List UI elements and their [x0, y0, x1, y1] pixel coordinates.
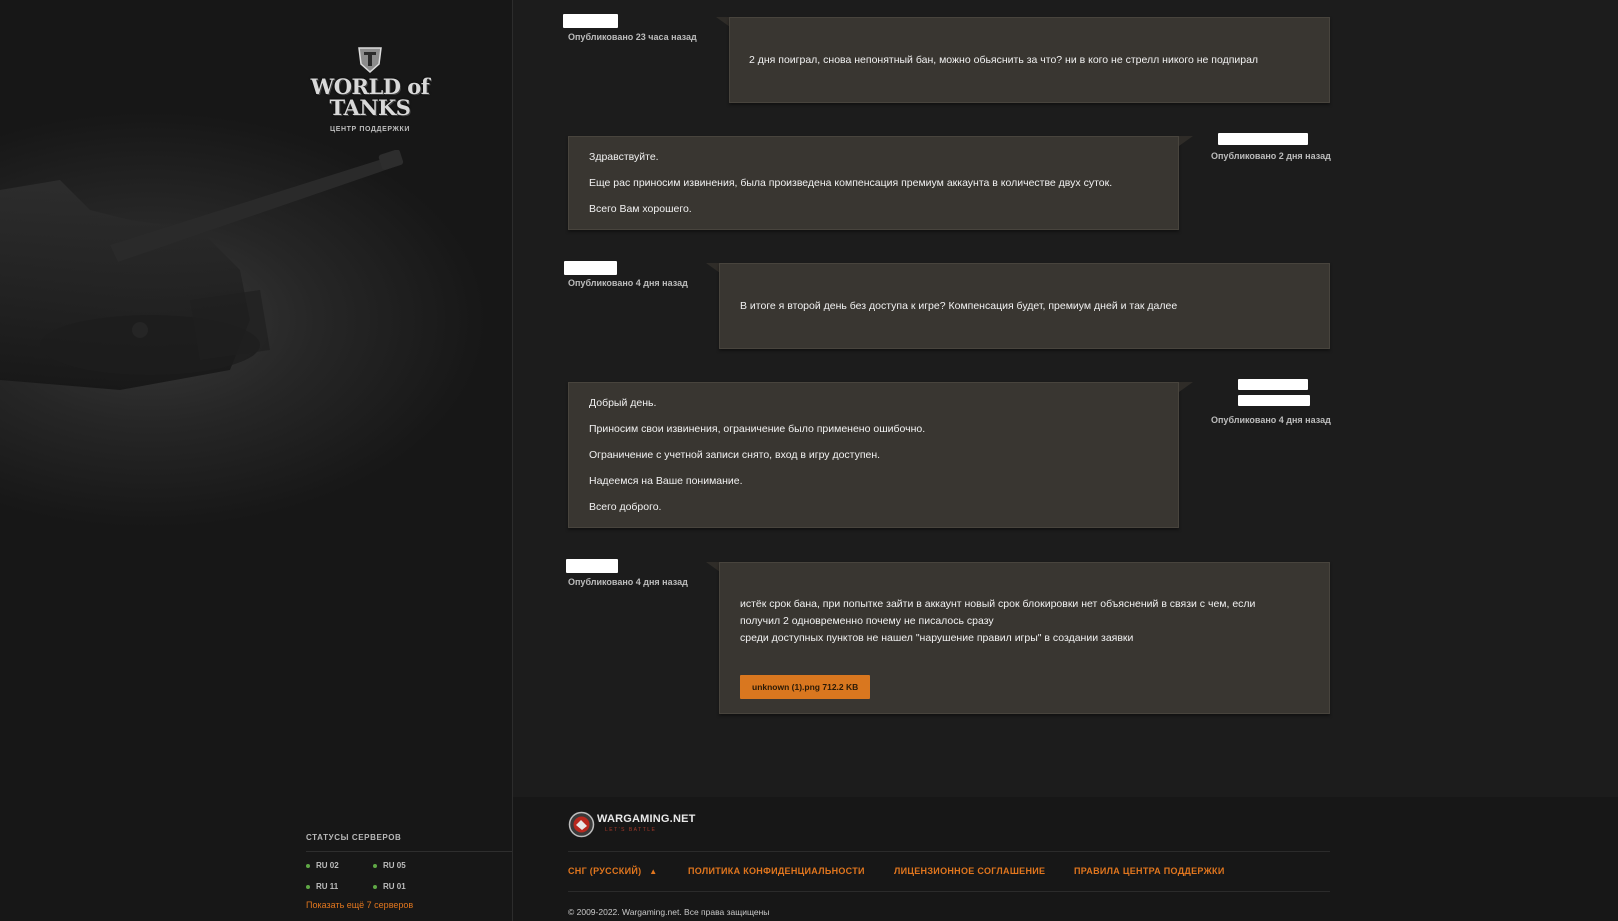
server-status-item: RU 02: [306, 861, 339, 870]
redacted-author-name: [566, 559, 618, 573]
message-bubble-user: истёк срок бана, при попытке зайти в акк…: [719, 562, 1330, 714]
attachment-size: 712.2 KB: [822, 682, 859, 692]
bubble-pointer: [716, 17, 730, 27]
message-text: истёк срок бана, при попытке зайти в акк…: [740, 598, 1256, 610]
status-dot-icon: [373, 884, 377, 889]
message-bubble-user: 2 дня поиграл, снова непонятный бан, мож…: [729, 17, 1330, 103]
redacted-author-name: [1218, 133, 1308, 145]
status-dot-icon: [306, 863, 310, 868]
divider: [306, 851, 512, 852]
wargaming-tagline: LET'S BATTLE: [605, 827, 657, 833]
server-status-item: RU 01: [373, 882, 406, 891]
message-text: Надеемся на Ваше понимание.: [589, 475, 743, 487]
privacy-policy-link[interactable]: ПОЛИТИКА КОНФИДЕНЦИАЛЬНОСТИ: [688, 866, 865, 876]
message-text: среди доступных пунктов не нашел "наруше…: [740, 632, 1134, 644]
message-bubble-support: Добрый день. Приносим свои извинения, ог…: [568, 382, 1179, 528]
copyright-text: © 2009-2022. Wargaming.net. Все права за…: [568, 907, 770, 917]
logo-wordmark: WORLD of TANKS: [310, 74, 430, 120]
status-dot-icon: [306, 884, 310, 889]
bubble-pointer: [706, 263, 720, 273]
message-text: Еще рас приносим извинения, была произве…: [589, 177, 1113, 189]
server-status-title: СТАТУСЫ СЕРВЕРОВ: [306, 833, 402, 842]
server-status-item: RU 11: [306, 882, 338, 891]
brand-logo[interactable]: WORLD of TANKS ЦЕНТР ПОДДЕРЖКИ: [300, 44, 440, 133]
message-timestamp: Опубликовано 2 дня назад: [1211, 151, 1331, 161]
bubble-pointer: [706, 562, 720, 572]
message-text: Здравствуйте.: [589, 151, 659, 163]
message-text: Всего Вам хорошего.: [589, 203, 692, 215]
redacted-author-name: [1238, 395, 1310, 406]
region-selector[interactable]: СНГ (РУССКИЙ) ▲: [568, 866, 657, 876]
divider: [568, 851, 1330, 852]
support-rules-link[interactable]: ПРАВИЛА ЦЕНТРА ПОДДЕРЖКИ: [1074, 866, 1225, 876]
attachment-file-link[interactable]: unknown (1).png 712.2 KB: [740, 675, 871, 699]
footer: WARGAMING.NET LET'S BATTLE СНГ (РУССКИЙ)…: [513, 797, 1618, 921]
server-status-item: RU 05: [373, 861, 406, 870]
divider: [568, 891, 1330, 892]
redacted-author-name: [564, 261, 617, 275]
message-text: получил 2 одновременно почему не писалос…: [740, 615, 994, 627]
show-more-servers-link[interactable]: Показать ещё 7 серверов: [306, 900, 413, 910]
message-text: Всего доброго.: [589, 501, 662, 513]
logo-subtitle: ЦЕНТР ПОДДЕРЖКИ: [330, 126, 410, 133]
message-text: В итоге я второй день без доступа к игре…: [740, 300, 1178, 312]
message-timestamp: Опубликовано 4 дня назад: [568, 278, 688, 288]
license-agreement-link[interactable]: ЛИЦЕНЗИОННОЕ СОГЛАШЕНИЕ: [894, 866, 1045, 876]
message-text: Приносим свои извинения, ограничение был…: [589, 423, 926, 435]
message-bubble-support: Здравствуйте. Еще рас приносим извинения…: [568, 136, 1179, 230]
message-text: Ограничение с учетной записи снято, вход…: [589, 449, 881, 461]
message-timestamp: Опубликовано 4 дня назад: [568, 577, 688, 587]
message-timestamp: Опубликовано 23 часа назад: [568, 32, 697, 42]
sidebar: WORLD of TANKS ЦЕНТР ПОДДЕРЖКИ СТАТУСЫ С…: [0, 0, 513, 921]
message-bubble-user: В итоге я второй день без доступа к игре…: [719, 263, 1330, 349]
message-timestamp: Опубликовано 4 дня назад: [1211, 415, 1331, 425]
bubble-pointer: [1179, 136, 1193, 146]
bubble-pointer: [1179, 382, 1193, 392]
redacted-author-name: [563, 14, 618, 28]
shield-emblem-icon: [358, 47, 382, 74]
attachment-filename: unknown (1).png: [752, 682, 820, 692]
tank-background-illustration: [0, 150, 404, 390]
redacted-author-name: [1238, 379, 1308, 390]
wargaming-logo-icon[interactable]: [568, 811, 595, 838]
chevron-up-icon: ▲: [649, 867, 658, 876]
message-text: Добрый день.: [589, 397, 657, 409]
wargaming-wordmark[interactable]: WARGAMING.NET: [597, 813, 696, 825]
status-dot-icon: [373, 863, 377, 868]
message-text: 2 дня поиграл, снова непонятный бан, мож…: [749, 54, 1259, 66]
